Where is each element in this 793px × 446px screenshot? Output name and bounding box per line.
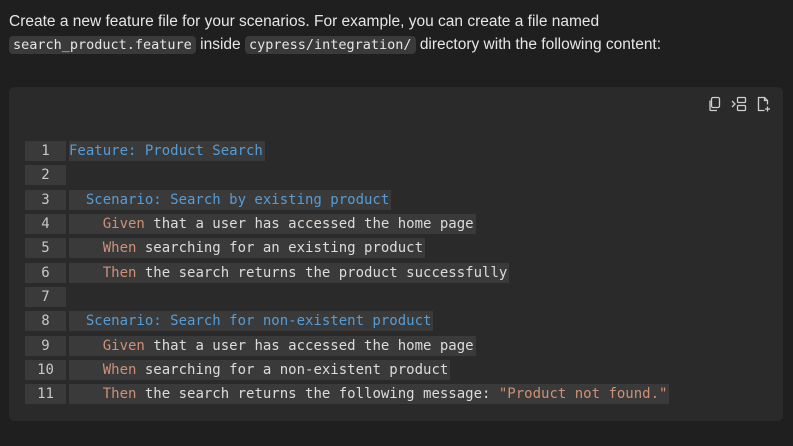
code-line: 8 Scenario: Search for non-existent prod…: [25, 309, 669, 333]
code-line-content: Then the search returns the following me…: [69, 384, 670, 405]
code-line: 6 Then the search returns the product su…: [25, 260, 669, 284]
step-text: the search returns the product successfu…: [136, 264, 508, 281]
line-number: 9: [25, 335, 66, 356]
step-keyword: Given: [102, 337, 145, 354]
line-number: 3: [25, 189, 66, 210]
new-file-icon[interactable]: [755, 96, 771, 112]
code-line: 3 Scenario: Search by existing product: [25, 188, 669, 212]
step-keyword: Then: [102, 264, 137, 281]
code-line-content: Scenario: Search by existing product: [69, 189, 392, 210]
code-line-content: Then the search returns the product succ…: [69, 262, 510, 283]
code-line-content: Feature: Product Search: [69, 141, 265, 162]
code-line-content: Given that a user has accessed the home …: [69, 214, 476, 235]
code-line: 5 When searching for an existing product: [25, 236, 669, 260]
code-line-content: Scenario: Search for non-existent produc…: [69, 311, 434, 332]
code-line-content: When searching for an existing product: [69, 238, 426, 259]
line-number: 6: [25, 262, 66, 283]
directory-code: cypress/integration/: [244, 36, 416, 54]
line-number: 7: [25, 286, 66, 307]
intro-text-middle: inside: [200, 36, 241, 53]
step-keyword: Given: [102, 216, 145, 233]
line-number: 4: [25, 214, 66, 235]
step-keyword: Then: [102, 386, 137, 403]
line-number: 11: [25, 384, 66, 405]
code-line: 1 Feature: Product Search: [25, 139, 669, 163]
code-line: 4 Given that a user has accessed the hom…: [25, 212, 669, 236]
step-text: that a user has accessed the home page: [144, 337, 474, 354]
step-text: the search returns the following message…: [136, 386, 499, 403]
filename-code: search_product.feature: [9, 36, 196, 54]
code-lines: 1 Feature: Product Search 2 3 Scenario: Sea…: [25, 139, 670, 406]
step-text: searching for a non-existent product: [136, 361, 449, 378]
line-number: 8: [25, 311, 66, 332]
string-literal: "Product not found.": [498, 386, 668, 403]
intro-text-after: directory with the following content:: [419, 36, 662, 53]
code-line: 2: [25, 163, 669, 187]
gherkin-keyword: Feature: Product Search: [69, 143, 263, 160]
line-number: 5: [25, 238, 66, 259]
code-line: 10 When searching for a non-existent pro…: [25, 358, 669, 382]
code-line: 9 Given that a user has accessed the hom…: [25, 333, 669, 357]
intro-text-before: Create a new feature file for your scena…: [9, 13, 600, 30]
gherkin-keyword: Scenario: Search for non-existent produc…: [85, 313, 432, 330]
intro-paragraph: Create a new feature file for your scena…: [9, 10, 784, 57]
line-number: 10: [25, 359, 66, 380]
step-text: that a user has accessed the home page: [144, 216, 474, 233]
copy-icon[interactable]: [707, 96, 723, 112]
step-keyword: When: [102, 240, 137, 257]
step-text: searching for an existing product: [136, 240, 424, 257]
code-line-content: When searching for a non-existent produc…: [69, 359, 451, 380]
code-toolbar: [707, 96, 771, 112]
line-number: 2: [25, 165, 66, 186]
line-number: 1: [25, 141, 66, 162]
step-keyword: When: [102, 361, 137, 378]
gherkin-keyword: Scenario: Search by existing product: [85, 191, 390, 208]
code-line-content: Given that a user has accessed the home …: [69, 335, 476, 356]
code-line: 7: [25, 285, 669, 309]
code-line: 11 Then the search returns the following…: [25, 382, 670, 406]
code-block: 1 Feature: Product Search 2 3 Scenario: Sea…: [9, 87, 783, 421]
insert-icon[interactable]: [731, 96, 747, 112]
